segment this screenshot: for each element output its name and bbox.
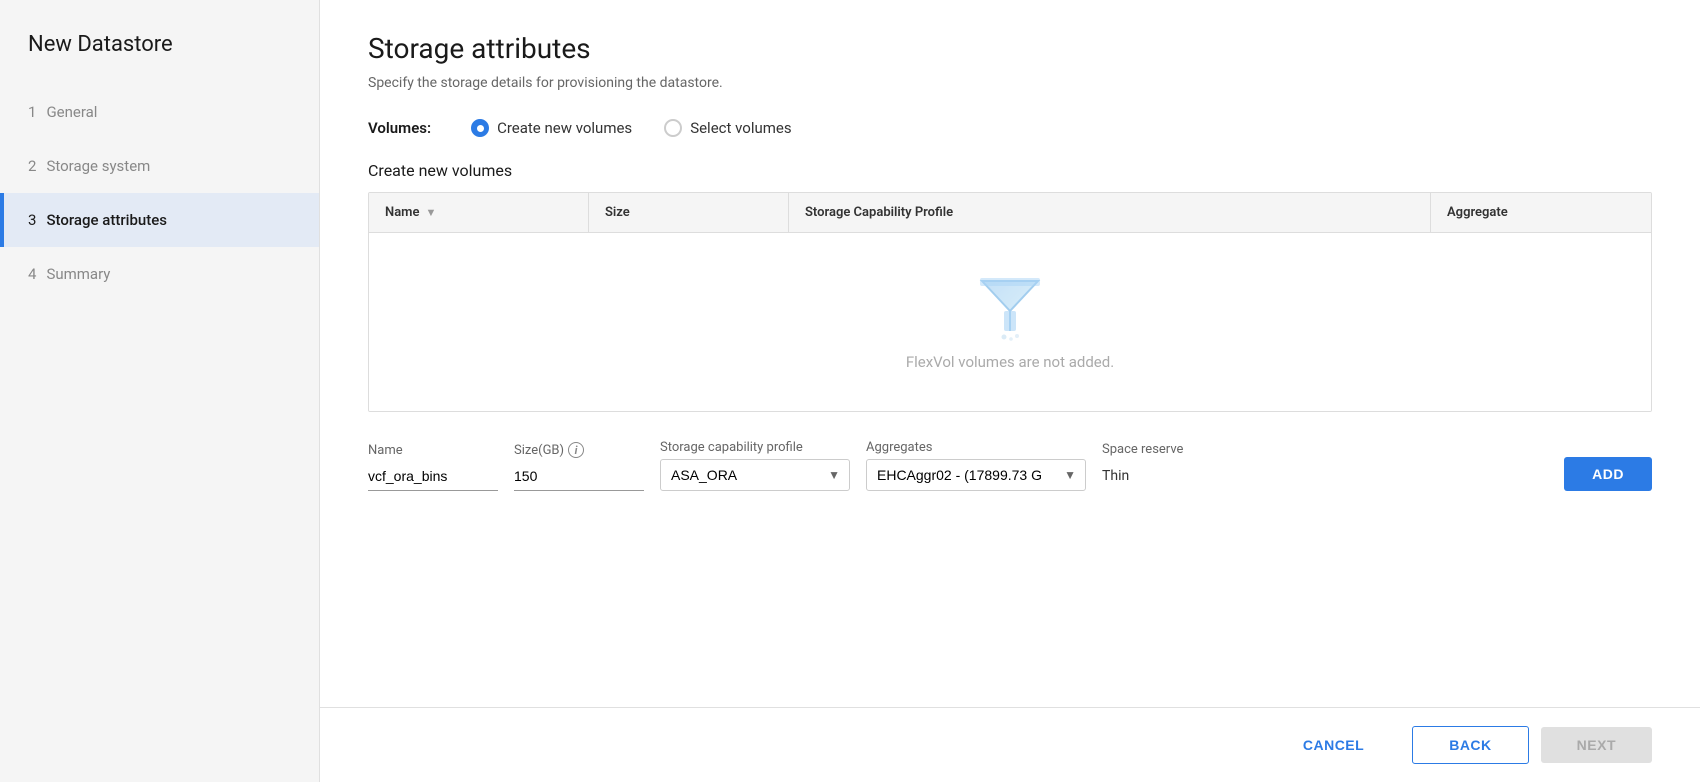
col-name: Name ▼ bbox=[369, 193, 589, 232]
scp-field-label: Storage capability profile bbox=[660, 440, 850, 455]
step-label-storage-system: Storage system bbox=[46, 157, 150, 175]
back-button[interactable]: BACK bbox=[1412, 726, 1528, 764]
space-reserve-field-group: Space reserve Thin bbox=[1102, 442, 1183, 491]
volumes-row: Volumes: Create new volumes Select volum… bbox=[368, 119, 1652, 137]
step-storage-system[interactable]: 2 Storage system bbox=[0, 139, 319, 193]
funnel-icon bbox=[974, 273, 1046, 341]
aggregates-select-wrapper: EHCAggr02 - (17899.73 G ▼ bbox=[866, 459, 1086, 491]
empty-state-text: FlexVol volumes are not added. bbox=[906, 353, 1114, 371]
volumes-label: Volumes: bbox=[368, 119, 431, 137]
scp-select-wrapper: ASA_ORA Default Custom ▼ bbox=[660, 459, 850, 491]
sidebar: New Datastore 1 General 2 Storage system… bbox=[0, 0, 320, 782]
size-input[interactable] bbox=[514, 462, 644, 491]
footer: CANCEL BACK NEXT bbox=[320, 707, 1700, 782]
radio-create-label: Create new volumes bbox=[497, 119, 632, 137]
create-new-volumes-title: Create new volumes bbox=[368, 161, 1652, 180]
page-title: Storage attributes bbox=[368, 32, 1652, 65]
size-info-icon[interactable]: i bbox=[568, 442, 584, 458]
step-summary[interactable]: 4 Summary bbox=[0, 247, 319, 301]
col-scp: Storage Capability Profile bbox=[789, 193, 1431, 232]
aggregates-field-label: Aggregates bbox=[866, 440, 1086, 455]
step-label-general: General bbox=[46, 103, 97, 121]
name-field-group: Name bbox=[368, 443, 498, 491]
main-content: Storage attributes Specify the storage d… bbox=[320, 0, 1700, 707]
step-storage-attributes[interactable]: 3 Storage attributes bbox=[0, 193, 319, 247]
radio-create-new[interactable]: Create new volumes bbox=[471, 119, 632, 137]
radio-create-indicator bbox=[471, 119, 489, 137]
table-empty-state: FlexVol volumes are not added. bbox=[369, 233, 1651, 411]
name-field-label: Name bbox=[368, 443, 498, 458]
add-volume-form: Name Size(GB) i Storage capability profi… bbox=[368, 440, 1652, 491]
radio-select-indicator bbox=[664, 119, 682, 137]
filter-icon[interactable]: ▼ bbox=[425, 206, 436, 219]
step-number-4: 4 bbox=[28, 265, 36, 283]
col-size: Size bbox=[589, 193, 789, 232]
step-label-summary: Summary bbox=[46, 265, 110, 283]
page-subtitle: Specify the storage details for provisio… bbox=[368, 75, 1652, 91]
space-reserve-value: Thin bbox=[1102, 461, 1183, 491]
step-number-2: 2 bbox=[28, 157, 36, 175]
name-input[interactable] bbox=[368, 462, 498, 491]
main-panel: Storage attributes Specify the storage d… bbox=[320, 0, 1700, 782]
aggregates-field-group: Aggregates EHCAggr02 - (17899.73 G ▼ bbox=[866, 440, 1086, 491]
step-label-storage-attributes: Storage attributes bbox=[46, 211, 167, 229]
scp-select[interactable]: ASA_ORA Default Custom bbox=[660, 459, 850, 491]
volumes-table: Name ▼ Size Storage Capability Profile A… bbox=[368, 192, 1652, 412]
app-title: New Datastore bbox=[0, 0, 319, 85]
steps-nav: 1 General 2 Storage system 3 Storage att… bbox=[0, 85, 319, 301]
step-number-3: 3 bbox=[28, 211, 36, 229]
add-button[interactable]: ADD bbox=[1564, 457, 1652, 491]
scp-field-group: Storage capability profile ASA_ORA Defau… bbox=[660, 440, 850, 491]
space-reserve-label: Space reserve bbox=[1102, 442, 1183, 457]
next-button: NEXT bbox=[1541, 727, 1652, 763]
size-field-group: Size(GB) i bbox=[514, 442, 644, 491]
step-general[interactable]: 1 General bbox=[0, 85, 319, 139]
col-aggregate: Aggregate bbox=[1431, 193, 1651, 232]
step-number-1: 1 bbox=[28, 103, 36, 121]
cancel-button[interactable]: CANCEL bbox=[1267, 727, 1400, 763]
radio-select-volumes[interactable]: Select volumes bbox=[664, 119, 791, 137]
aggregates-select[interactable]: EHCAggr02 - (17899.73 G bbox=[866, 459, 1086, 491]
radio-select-label: Select volumes bbox=[690, 119, 791, 137]
size-field-label: Size(GB) i bbox=[514, 442, 644, 458]
table-header: Name ▼ Size Storage Capability Profile A… bbox=[369, 193, 1651, 233]
